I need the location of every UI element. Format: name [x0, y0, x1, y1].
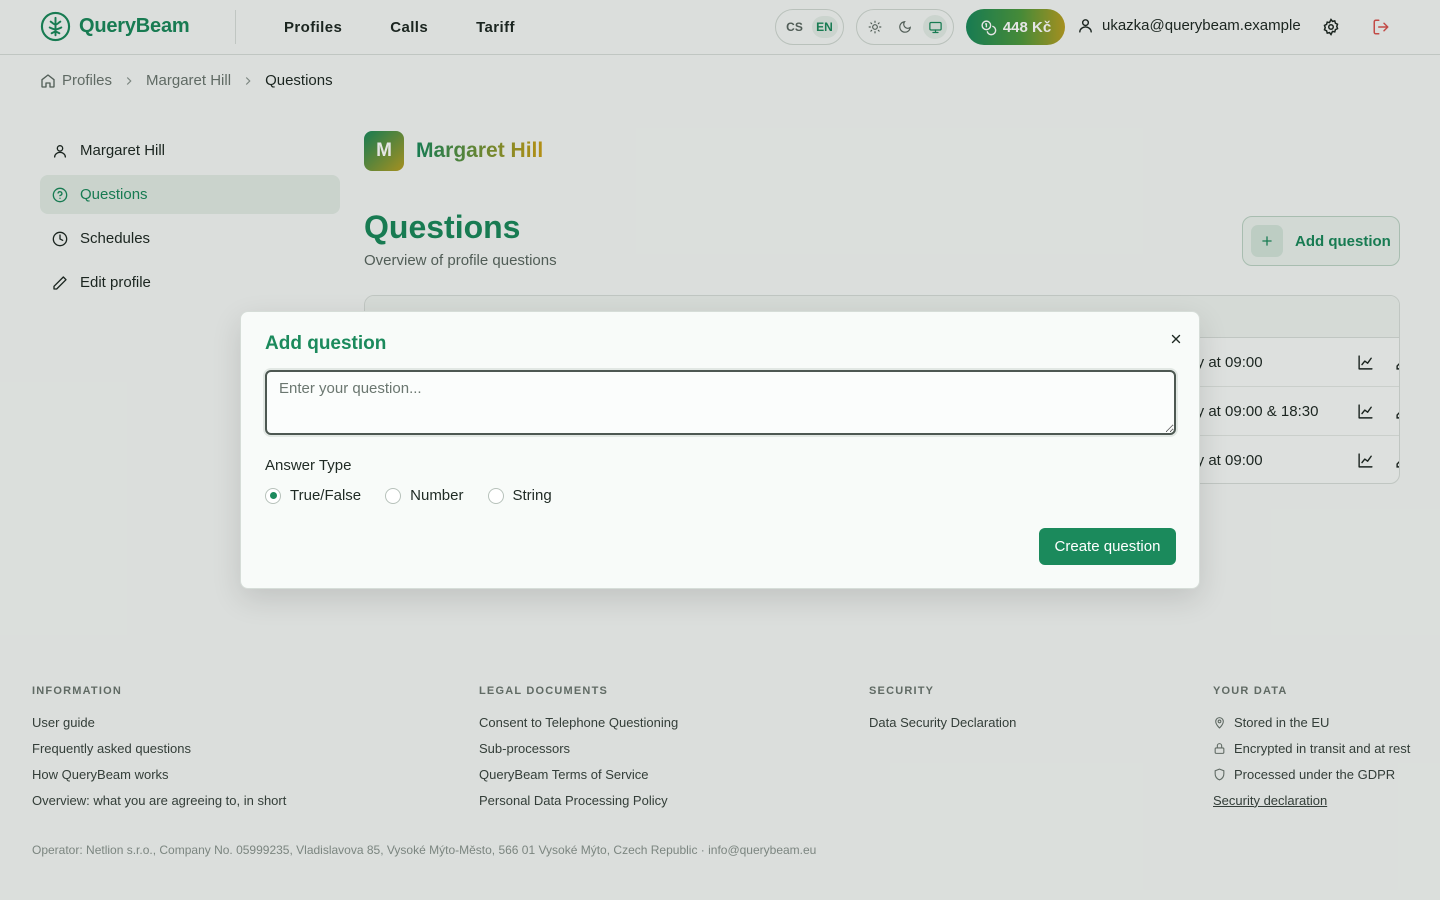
create-question-button[interactable]: Create question [1039, 528, 1176, 565]
answer-type-label: Answer Type [265, 457, 352, 474]
radio-label: String [512, 487, 552, 504]
answer-type-string[interactable]: String [487, 487, 552, 504]
question-input[interactable] [265, 370, 1176, 435]
answer-type-number[interactable]: Number [385, 487, 464, 504]
radio-checked[interactable] [265, 487, 281, 504]
close-icon [1171, 334, 1181, 344]
radio-unchecked[interactable] [385, 487, 402, 504]
radio-label: True/False [290, 487, 362, 504]
dialog-title: Add question [265, 333, 387, 354]
answer-type-true-false[interactable]: True/False [265, 487, 361, 504]
close-button[interactable] [1165, 328, 1187, 350]
radio-unchecked[interactable] [487, 487, 504, 504]
add-question-dialog: Add question Answer Type True/False Numb… [240, 311, 1200, 589]
radio-label: Number [410, 487, 464, 504]
answer-type-group: True/False Number String [265, 487, 552, 504]
